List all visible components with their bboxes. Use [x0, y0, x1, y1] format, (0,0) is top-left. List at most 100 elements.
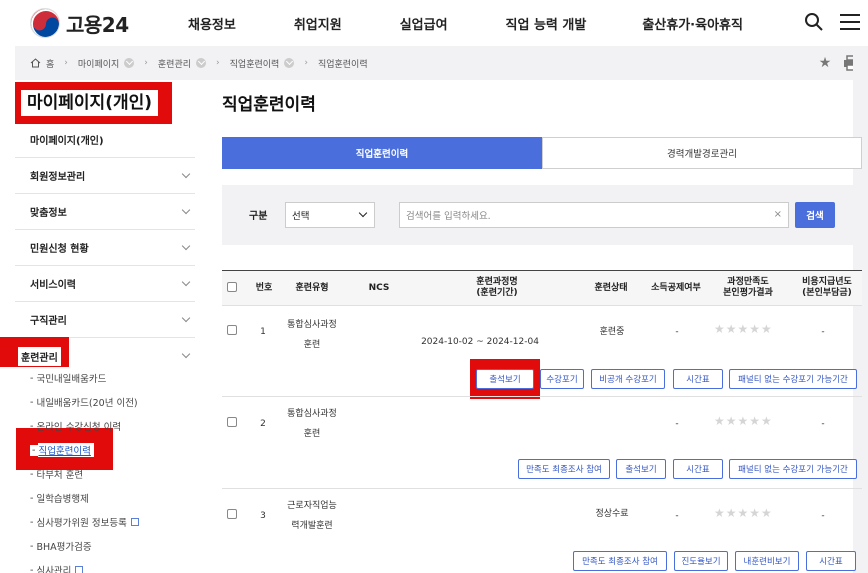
chevron-down-icon	[181, 205, 191, 214]
breadcrumb-mypage[interactable]: 마이페이지	[78, 57, 119, 70]
row-tax: -	[675, 511, 679, 521]
no-penalty-period-button[interactable]: 패널티 없는 수강포기 가능기간	[729, 459, 857, 479]
logo-text: 고용24	[66, 12, 129, 37]
no-penalty-period-button[interactable]: 패널티 없는 수강포기 가능기간	[729, 369, 857, 389]
sidebar: 마이페이지(개인) 마이페이지(개인) 회원정보관리 맞춤정보 민원신청 현황 …	[0, 80, 195, 573]
tab-training-history[interactable]: 직업훈련이력	[222, 137, 542, 169]
table-header: 번호 훈련유형 NCS 훈련과정명 (훈련기간) 훈련상태 소득공제여부 과정만…	[222, 270, 862, 306]
row-divider	[222, 396, 862, 397]
sidebar-item-job-search[interactable]: 구직관리	[15, 302, 195, 338]
submenu-item[interactable]: - 심사관리	[30, 558, 195, 573]
col-type: 훈련유형	[295, 283, 329, 293]
sidebar-item-label: 맞춤정보	[30, 208, 67, 219]
search-button[interactable]: 검색	[795, 202, 835, 228]
col-no: 번호	[255, 283, 273, 293]
submenu-item[interactable]: - BHA평가검증	[30, 534, 195, 558]
row-cost: -	[821, 327, 825, 337]
row-type: 근로자직업능 력개발훈련	[287, 501, 337, 531]
sidebar-menu: 마이페이지(개인) 회원정보관리 맞춤정보 민원신청 현황 서비스이력 구직관리…	[0, 122, 195, 374]
sidebar-item-mypage[interactable]: 마이페이지(개인)	[15, 122, 195, 158]
sidebar-item-civil-status[interactable]: 민원신청 현황	[15, 230, 195, 266]
row-status: 정상수료	[595, 509, 629, 519]
category-select[interactable]: 선택	[285, 202, 375, 228]
row-checkbox[interactable]	[227, 509, 237, 519]
sidebar-item-label: 훈련관리	[18, 346, 61, 366]
submenu-item[interactable]: - 일학습병행제	[30, 486, 195, 510]
rating-stars: ★★★★★	[714, 322, 773, 336]
nav-parental-leave[interactable]: 출산휴가·육아휴직	[642, 14, 743, 33]
sidebar-item-label: 회원정보관리	[30, 172, 86, 183]
search-input[interactable]: 검색어를 입력하세요. ×	[399, 202, 789, 228]
withdraw-button[interactable]: 수강포기	[540, 369, 584, 389]
nav-jobs[interactable]: 채용정보	[188, 14, 236, 33]
nav-unemployment-benefit[interactable]: 실업급여	[400, 14, 448, 33]
sidebar-item-label: 구직관리	[30, 316, 67, 327]
col-cost: 비용지급년도 (본인부담금)	[802, 277, 852, 298]
row-type: 통합심사과정 훈련	[287, 320, 337, 350]
progress-button[interactable]: 진도율보기	[674, 551, 728, 571]
row-checkbox[interactable]	[227, 325, 237, 335]
rating-stars: ★★★★★	[714, 414, 773, 428]
row-tax: -	[675, 327, 679, 337]
clear-icon[interactable]: ×	[774, 209, 782, 220]
row-checkbox[interactable]	[227, 417, 237, 427]
attendance-button[interactable]: 출석보기	[476, 369, 534, 389]
right-gutter	[853, 46, 868, 573]
chevron-up-icon	[181, 349, 191, 359]
global-nav: 채용정보 취업지원 실업급여 직업 능력 개발 출산휴가·육아휴직	[188, 0, 801, 46]
submenu-item[interactable]: - 온라인 수강신청 이력	[30, 414, 195, 438]
site-logo[interactable]: 고용24	[30, 8, 129, 38]
chevron-down-icon	[181, 277, 191, 286]
timetable-button[interactable]: 시간표	[673, 369, 723, 389]
row-no: 2	[260, 419, 266, 429]
home-icon[interactable]	[30, 58, 41, 68]
attendance-button[interactable]: 출석보기	[616, 459, 666, 479]
submenu-item[interactable]: - 심사평가위원 정보등록	[30, 510, 195, 534]
breadcrumb: 홈 › 마이페이지 › 훈련관리 › 직업훈련이력 › 직업훈련이력	[30, 46, 368, 80]
private-withdraw-button[interactable]: 비공개 수강포기	[591, 369, 665, 389]
nav-employment-support[interactable]: 취업지원	[294, 14, 342, 33]
my-training-cost-button[interactable]: 내훈련비보기	[735, 551, 799, 571]
select-all-checkbox[interactable]	[227, 282, 237, 292]
sidebar-item-service-history[interactable]: 서비스이력	[15, 266, 195, 302]
sidebar-item-member-info[interactable]: 회원정보관리	[15, 158, 195, 194]
dropdown-circle-icon[interactable]	[196, 58, 207, 68]
chevron-right-icon: ›	[304, 58, 308, 68]
col-ncs: NCS	[368, 283, 390, 293]
submenu-item[interactable]: - 타부처 훈련	[30, 462, 195, 486]
submenu-item-active[interactable]: - 직업훈련이력	[30, 438, 195, 462]
timetable-button[interactable]: 시간표	[673, 459, 723, 479]
chevron-down-icon	[358, 208, 368, 218]
sidebar-item-custom-info[interactable]: 맞춤정보	[15, 194, 195, 230]
breadcrumb-training[interactable]: 훈련관리	[158, 57, 191, 70]
hamburger-menu-icon[interactable]	[840, 14, 860, 30]
search-category-label: 구분	[249, 211, 268, 222]
row-tax: -	[675, 419, 679, 429]
chevron-right-icon: ›	[144, 58, 148, 68]
breadcrumb-home[interactable]: 홈	[46, 57, 54, 70]
row-no: 1	[260, 327, 266, 337]
dropdown-circle-icon[interactable]	[124, 58, 135, 68]
tab-career-path[interactable]: 경력개발경로관리	[542, 137, 862, 169]
training-submenu: - 국민내일배움카드 - 내일배움카드(20년 이전) - 온라인 수강신청 이…	[30, 366, 195, 573]
col-tax: 소득공제여부	[651, 283, 701, 293]
row-divider	[222, 488, 862, 489]
row-cost: -	[821, 511, 825, 521]
favorite-star-icon[interactable]: ★	[816, 54, 834, 72]
timetable-button[interactable]: 시간표	[806, 551, 856, 571]
submenu-item[interactable]: - 내일배움카드(20년 이전)	[30, 390, 195, 414]
sidebar-item-label: 민원신청 현황	[30, 244, 89, 255]
col-course: 훈련과정명 (훈련기간)	[476, 277, 518, 298]
chevron-right-icon: ›	[64, 58, 68, 68]
search-panel: 구분 선택 검색어를 입력하세요. × 검색	[222, 185, 862, 245]
satisfaction-survey-button[interactable]: 만족도 최종조사 참여	[573, 551, 667, 571]
sidebar-title-highlight: 마이페이지(개인)	[15, 82, 172, 124]
nav-vocational-training[interactable]: 직업 능력 개발	[506, 14, 587, 33]
satisfaction-survey-button[interactable]: 만족도 최종조사 참여	[518, 459, 610, 479]
taegeuk-logo-icon	[30, 8, 60, 38]
dropdown-circle-icon[interactable]	[284, 58, 295, 68]
submenu-item[interactable]: - 국민내일배움카드	[30, 366, 195, 390]
search-icon[interactable]	[804, 12, 824, 32]
breadcrumb-training-history[interactable]: 직업훈련이력	[230, 57, 280, 70]
breadcrumb-bar: 홈 › 마이페이지 › 훈련관리 › 직업훈련이력 › 직업훈련이력 ★	[15, 46, 868, 80]
